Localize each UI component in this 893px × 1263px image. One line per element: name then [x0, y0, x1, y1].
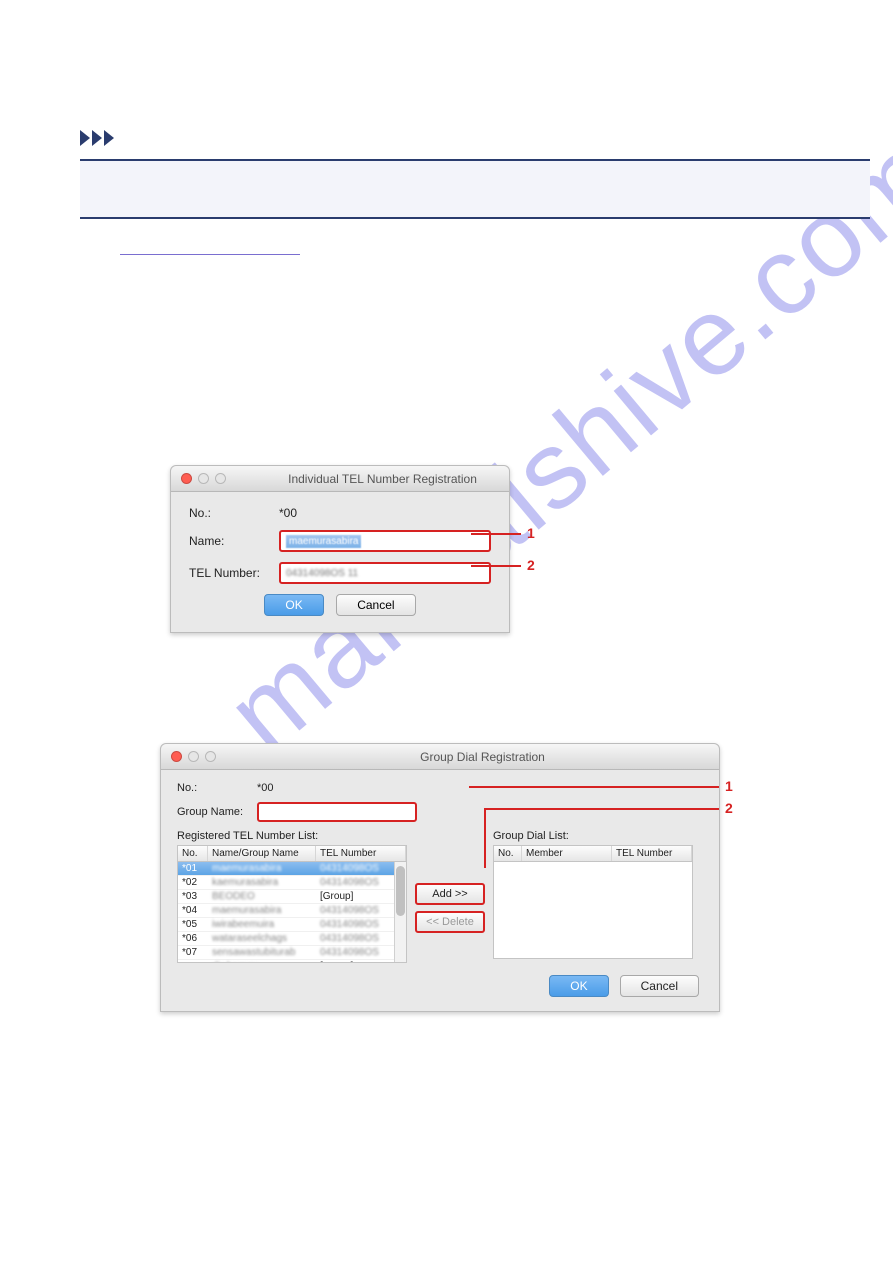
- hdr-tel-r: TEL Number: [612, 846, 692, 861]
- left-list-table[interactable]: No. Name/Group Name TEL Number *01 maemu…: [177, 845, 407, 963]
- callout-line-1: [471, 533, 521, 535]
- name-input[interactable]: maemurasabira: [279, 530, 491, 552]
- dialog1-title: Individual TEL Number Registration: [266, 472, 499, 486]
- table-row[interactable]: *05 iwirabeemuira 04314098OS: [178, 918, 406, 932]
- group-dial-dialog: Group Dial Registration No.: *00 Group N…: [160, 743, 720, 1012]
- hdr-name: Name/Group Name: [208, 846, 316, 861]
- close-icon[interactable]: [181, 473, 192, 484]
- tel-input[interactable]: 04314098OS 11: [279, 562, 491, 584]
- table-row[interactable]: *04 maemurasabira 04314098OS: [178, 904, 406, 918]
- callout-2: 2: [527, 557, 535, 573]
- add-button[interactable]: Add >>: [415, 883, 485, 905]
- table-row[interactable]: *08 diwhamay [Group]: [178, 960, 406, 962]
- chevrons-icon: [80, 130, 128, 146]
- ok-button[interactable]: OK: [264, 594, 323, 616]
- maximize-icon[interactable]: [215, 473, 226, 484]
- hdr-tel: TEL Number: [316, 846, 406, 861]
- hdr-no: No.: [178, 846, 208, 861]
- maximize-icon[interactable]: [205, 751, 216, 762]
- d2-callout-line-2v: [484, 808, 486, 868]
- scrollbar-thumb[interactable]: [396, 866, 405, 916]
- d2-callout-line-1: [469, 786, 719, 788]
- d2-cancel-button[interactable]: Cancel: [620, 975, 699, 997]
- tel-value: 04314098OS 11: [286, 568, 358, 579]
- d2-callout-line-2: [486, 808, 719, 810]
- table-row[interactable]: *03 BEODEO [Group]: [178, 890, 406, 904]
- cancel-button[interactable]: Cancel: [336, 594, 415, 616]
- d2-ok-button[interactable]: OK: [549, 975, 608, 997]
- individual-tel-dialog: Individual TEL Number Registration No.: …: [170, 465, 510, 633]
- name-value: maemurasabira: [286, 535, 361, 548]
- close-icon[interactable]: [171, 751, 182, 762]
- section-header-box: [80, 159, 870, 219]
- table-row[interactable]: *07 sensawastubiturab 04314098OS: [178, 946, 406, 960]
- link-underline[interactable]: [120, 254, 300, 255]
- d2-callout-1: 1: [725, 778, 733, 794]
- d2-callout-2: 2: [725, 800, 733, 816]
- table-row[interactable]: *06 wataraseelchags 04314098OS: [178, 932, 406, 946]
- right-list-table[interactable]: No. Member TEL Number: [493, 845, 693, 959]
- dialog2-title: Group Dial Registration: [256, 750, 709, 764]
- d2-no-value: *00: [257, 782, 274, 794]
- no-value: *00: [279, 506, 297, 520]
- delete-button[interactable]: << Delete: [415, 911, 485, 933]
- group-name-input[interactable]: [257, 802, 417, 822]
- minimize-icon[interactable]: [198, 473, 209, 484]
- left-list-title: Registered TEL Number List:: [177, 830, 407, 842]
- group-name-label: Group Name:: [177, 806, 257, 818]
- no-label: No.:: [189, 506, 279, 520]
- hdr-member: Member: [522, 846, 612, 861]
- dialog1-titlebar: Individual TEL Number Registration: [171, 466, 509, 492]
- callout-line-2: [471, 565, 521, 567]
- table-row[interactable]: *02 kaemurasabira 04314098OS: [178, 876, 406, 890]
- scrollbar[interactable]: [394, 862, 406, 962]
- dialog2-titlebar: Group Dial Registration: [161, 744, 719, 770]
- callout-1: 1: [527, 525, 535, 541]
- name-label: Name:: [189, 534, 279, 548]
- hdr-no-r: No.: [494, 846, 522, 861]
- tel-label: TEL Number:: [189, 566, 279, 580]
- minimize-icon[interactable]: [188, 751, 199, 762]
- table-row[interactable]: *01 maemurasabira 04314098OS: [178, 862, 406, 876]
- d2-no-label: No.:: [177, 782, 257, 794]
- right-list-title: Group Dial List:: [493, 830, 693, 842]
